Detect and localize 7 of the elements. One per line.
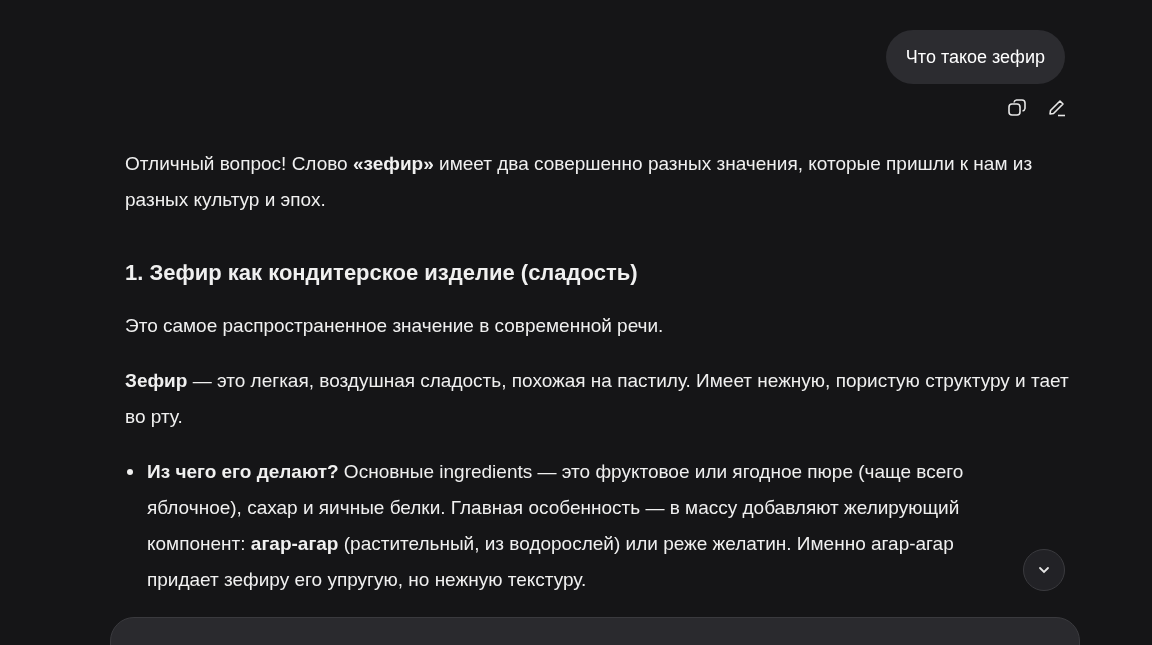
bullet-icon [127, 469, 133, 475]
answer-paragraph: Это самое распространенное значение в современной речи. [125, 314, 665, 338]
answer-paragraph: Отличный вопрос! Слово «зефир» имеет два совершенно разных значения, которые пришли к нам из разных культур и эпох. [125, 152, 1034, 212]
user-message-bubble: Что такое зефир [885, 30, 1065, 84]
section-heading: 1. Зефир как кондитерское изделие (сладость) [125, 259, 639, 287]
bullet-text: Из чего его делают? Основные ingredients — это фруктовое или ягодное пюре (чаще всего яблочное), сахар и яичные белки. Главная особенность — в массу добавляют желирующий компонент: агар-агар (растительный, из водорослей) или реже желатин. Именно агар-агар придает зефиру его упругую, но нежную текстуру. [147, 460, 965, 592]
answer-paragraph: Зефир — это легкая, воздушная сладость, похожая на пастилу. Имеет нежную, пористую структуру и тает во рту. [125, 369, 1070, 429]
